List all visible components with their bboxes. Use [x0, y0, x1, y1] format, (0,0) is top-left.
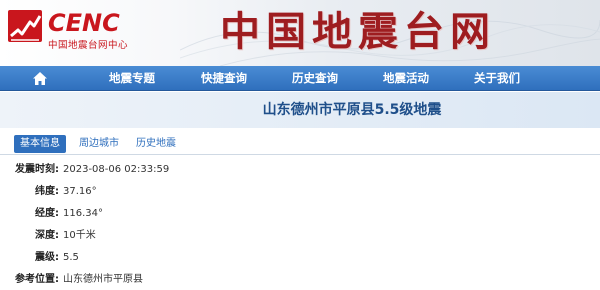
detail-value: 37.16°	[63, 186, 97, 197]
cenc-logo[interactable]: CENC 中国地震台网中心	[8, 8, 133, 58]
detail-row-origin-time: 发震时刻: 2023-08-06 02:33:59	[0, 162, 600, 178]
detail-label: 深度:	[35, 230, 59, 241]
home-icon	[33, 72, 47, 85]
logo-brand-text: CENC	[48, 9, 120, 37]
nav-item-earthquake-topics[interactable]: 地震专题	[97, 66, 167, 91]
site-title: 中国地震台网	[220, 8, 496, 55]
detail-label: 经度:	[35, 208, 59, 219]
nav-item-about-us[interactable]: 关于我们	[462, 66, 532, 91]
detail-value: 116.34°	[63, 208, 103, 219]
detail-value: 山东德州市平原县	[63, 274, 143, 285]
detail-label: 震级:	[35, 252, 59, 263]
detail-value: 10千米	[63, 230, 96, 241]
nav-home-button[interactable]	[28, 69, 52, 88]
detail-label: 参考位置:	[15, 274, 59, 285]
detail-row-magnitude: 震级: 5.5	[0, 250, 600, 266]
logo-subtitle: 中国地震台网中心	[48, 40, 129, 51]
nav-item-history-query[interactable]: 历史查询	[280, 66, 350, 91]
detail-row-latitude: 纬度: 37.16°	[0, 184, 600, 200]
detail-label: 发震时刻:	[15, 164, 59, 175]
event-title-band: 山东德州市平原县5.5级地震	[0, 92, 600, 128]
detail-label: 纬度:	[35, 186, 59, 197]
detail-row-depth: 深度: 10千米	[0, 228, 600, 244]
nav-item-quick-query[interactable]: 快捷查询	[189, 66, 259, 91]
event-title: 山东德州市平原县5.5级地震	[262, 102, 442, 118]
detail-value: 2023-08-06 02:33:59	[63, 164, 170, 175]
detail-row-longitude: 经度: 116.34°	[0, 206, 600, 222]
cenc-logo-icon	[8, 10, 42, 42]
main-nav: 地震专题 快捷查询 历史查询 地震活动 关于我们	[0, 66, 600, 91]
tab-basic-info[interactable]: 基本信息	[14, 135, 66, 153]
tab-historical-earthquakes[interactable]: 历史地震	[136, 135, 176, 153]
detail-value: 5.5	[63, 252, 79, 263]
info-tabs: 基本信息 周边城市 历史地震	[0, 133, 600, 155]
tab-nearby-cities[interactable]: 周边城市	[79, 135, 119, 153]
header-banner: CENC 中国地震台网中心 中国地震台网	[0, 0, 600, 66]
detail-row-reference-location: 参考位置: 山东德州市平原县	[0, 272, 600, 288]
nav-item-earthquake-activity[interactable]: 地震活动	[371, 66, 441, 91]
